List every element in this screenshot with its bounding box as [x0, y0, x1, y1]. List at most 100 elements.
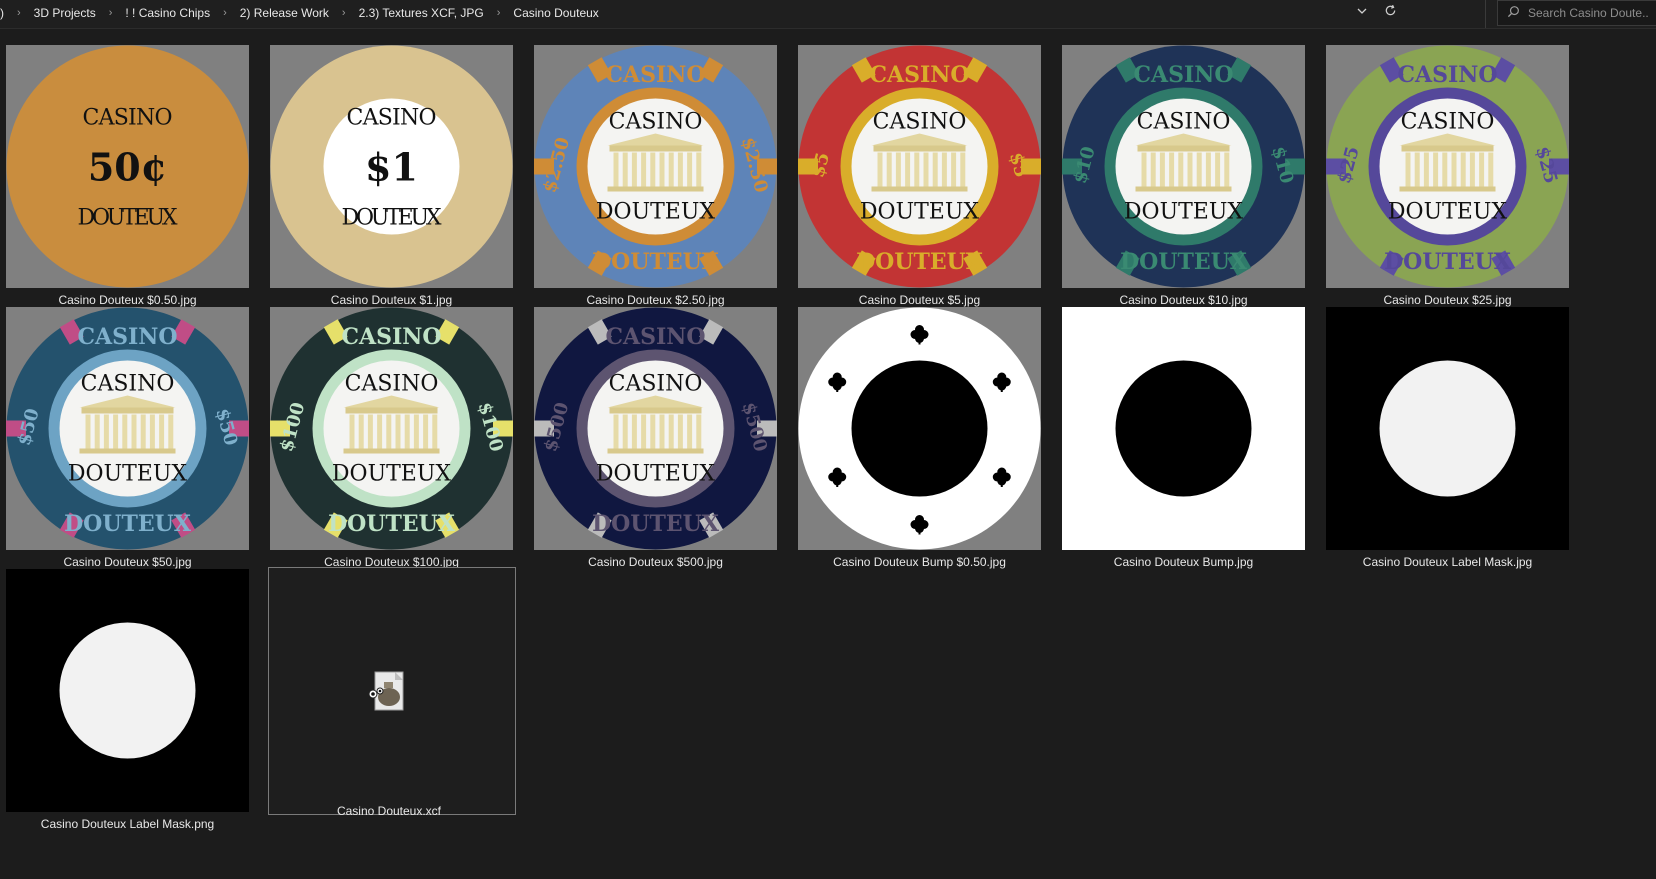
breadcrumb-separator-icon: › — [341, 7, 346, 19]
file-tile[interactable]: CASINO 50¢ DOUTEUX Casino Douteux $0.50.jpg — [0, 27, 278, 307]
file-tile[interactable]: CASINO DOUTEUX $500 $500 CASINO DOUTEUX Casino… — [528, 289, 806, 569]
file-name: Casino Douteux Bump $0.50.jpg — [833, 555, 1006, 569]
chip-svg: CASINODOUTEUX$50 $50CASINODOUTEUX — [6, 307, 249, 550]
file-thumbnail: CASINO DOUTEUX $5 $5 CASINO DOUTEUX — [798, 45, 1041, 288]
file-tile[interactable]: CASINO DOUTEUX $2.50 $2.50 CASINO DOUTEUX Casi… — [528, 27, 806, 307]
chip-rim-douteux-text: DOUTEUX — [64, 511, 192, 537]
chip-svg: CASINO 50¢ DOUTEUX — [6, 45, 249, 288]
chip-rim-casino-text: CASINO — [605, 324, 705, 350]
breadcrumb-item[interactable]: 3D Projects — [30, 6, 100, 20]
file-tile[interactable]: CASINO DOUTEUX $10 $10 CASINO DOUTEUX Casino D… — [1056, 27, 1334, 307]
chip-rim-douteux-text: DOUTEUX — [592, 511, 720, 537]
breadcrumb-separator-icon: › — [496, 7, 501, 19]
file-tile[interactable]: Casino Douteux Bump.jpg — [1056, 289, 1334, 569]
file-name: Casino Douteux Bump.jpg — [1113, 555, 1254, 569]
chip-casino-text: CASINO — [609, 372, 703, 397]
chip-value-text: 50¢ — [88, 145, 167, 190]
refresh-icon[interactable] — [1380, 3, 1400, 23]
file-tile[interactable]: Casino Douteux Label Mask.jpg — [1320, 289, 1598, 569]
file-name: Casino Douteux Label Mask.png — [40, 817, 215, 831]
chip-casino-text: CASINO — [873, 110, 967, 135]
chip-rim-douteux-text: DOUTEUX — [592, 249, 720, 275]
chip-rim-casino-text: CASINO — [341, 324, 441, 350]
file-thumbnail: CASINO DOUTEUX $2.50 $2.50 CASINO DOUTEUX — [534, 45, 777, 288]
gimp-file-icon — [366, 670, 410, 714]
breadcrumb-item[interactable]: 2.3) Textures XCF, JPG — [355, 6, 488, 20]
chip-casino-text: CASINO — [345, 372, 439, 397]
file-tile[interactable]: CASINO $1 DOUTEUX Casino Douteux $1.jpg — [264, 27, 542, 307]
chip-rim-douteux-text: DOUTEUX — [1384, 249, 1512, 275]
file-thumbnail: CASINO $1 DOUTEUX — [270, 45, 513, 288]
file-thumbnail: CASINO DOUTEUX $500 $500 CASINO DOUTEUX — [534, 307, 777, 550]
chip-casino-text: CASINO — [1401, 110, 1495, 135]
file-thumbnail: CASINO DOUTEUX $100 $100 CASINO DOUTEUX — [270, 307, 513, 550]
mask-svg — [6, 569, 249, 812]
chip-rim-casino-text: CASINO — [77, 324, 177, 350]
file-thumbnail — [798, 307, 1041, 550]
chip-svg: CASINODOUTEUX$10 $10CASINODOUTEUX — [1062, 45, 1305, 288]
chip-svg: CASINO $1 DOUTEUX — [270, 45, 513, 288]
chip-rim-douteux-text: DOUTEUX — [856, 249, 984, 275]
breadcrumb-item[interactable]: ) — [0, 6, 8, 20]
chip-rim-casino-text: CASINO — [605, 62, 705, 88]
chip-rim-casino-text: CASINO — [1397, 62, 1497, 88]
file-name: Casino Douteux Label Mask.jpg — [1362, 555, 1533, 569]
chip-douteux-text: DOUTEUX — [596, 200, 715, 225]
file-name: Casino Douteux.xcf — [336, 804, 442, 818]
chip-rim-douteux-text: DOUTEUX — [328, 511, 456, 537]
file-thumbnail: CASINO DOUTEUX $25 $25 CASINO DOUTEUX — [1326, 45, 1569, 288]
breadcrumb: ) › 3D Projects › ! ! Casino Chips › 2) Releas… — [0, 0, 1480, 26]
chip-douteux-text: DOUTEUX — [860, 200, 979, 225]
chip-douteux-text: DOUTEUX — [332, 462, 451, 487]
chip-douteux-text: DOUTEUX — [1124, 200, 1243, 225]
file-thumbnail — [6, 569, 249, 812]
chip-casino-text: CASINO — [347, 106, 437, 131]
chip-casino-text: CASINO — [1137, 110, 1231, 135]
chip-rim-casino-text: CASINO — [869, 62, 969, 88]
file-tile[interactable]: CASINO DOUTEUX $25 $25 CASINO DOUTEUX Casino D… — [1320, 27, 1598, 307]
chip-casino-text: CASINO — [83, 106, 173, 131]
chip-douteux-text: DOUTEUX — [1388, 200, 1507, 225]
chip-casino-text: CASINO — [81, 372, 175, 397]
breadcrumb-separator-icon: › — [17, 7, 21, 19]
mask-svg — [1326, 307, 1569, 550]
file-tile[interactable]: CASINO DOUTEUX $100 $100 CASINO DOUTEUX Casino… — [264, 289, 542, 569]
chip-douteux-text: DOUTEUX — [78, 206, 178, 231]
search-icon — [1498, 5, 1528, 21]
chip-value-text: $1 — [365, 145, 418, 190]
breadcrumb-item[interactable]: 2) Release Work — [236, 6, 333, 20]
file-tile[interactable]: CASINO DOUTEUX $50 $50 CASINO DOUTEUX Casino D… — [0, 289, 278, 569]
file-thumbnail: CASINO DOUTEUX $10 $10 CASINO DOUTEUX — [1062, 45, 1305, 288]
breadcrumb-item[interactable]: ! ! Casino Chips — [121, 6, 214, 20]
chip-svg: CASINODOUTEUX$100 $100CASINODOUTEUX — [270, 307, 513, 550]
file-tile[interactable]: Casino Douteux Bump $0.50.jpg — [792, 289, 1070, 569]
address-bar: ) › 3D Projects › ! ! Casino Chips › 2) Releas… — [0, 0, 1656, 29]
file-thumbnail — [1326, 307, 1569, 550]
chevron-down-icon[interactable] — [1352, 3, 1372, 23]
chip-rim-casino-text: CASINO — [1133, 62, 1233, 88]
breadcrumb-separator-icon: › — [108, 7, 113, 19]
chip-douteux-text: DOUTEUX — [342, 206, 442, 231]
toolbar-divider — [1485, 0, 1486, 28]
chip-rim-douteux-text: DOUTEUX — [1120, 249, 1248, 275]
breadcrumb-item[interactable]: Casino Douteux — [509, 6, 602, 20]
chip-casino-text: CASINO — [609, 110, 703, 135]
breadcrumb-separator-icon: › — [223, 7, 227, 19]
search-input[interactable] — [1528, 6, 1648, 20]
chip-svg: CASINODOUTEUX$25 $25CASINODOUTEUX — [1326, 45, 1569, 288]
file-thumbnail — [1062, 307, 1305, 550]
chip-svg: CASINODOUTEUX$2.50 $2.50CASINODOUTEUX — [534, 45, 777, 288]
chip-douteux-text: DOUTEUX — [68, 462, 187, 487]
chip-svg: CASINODOUTEUX$500 $500CASINODOUTEUX — [534, 307, 777, 550]
file-tile[interactable]: Casino Douteux.xcf — [264, 551, 542, 827]
file-thumbnail: CASINO 50¢ DOUTEUX — [6, 45, 249, 288]
chip-svg: CASINODOUTEUX$5 $5CASINODOUTEUX — [798, 45, 1041, 288]
search-box[interactable] — [1497, 0, 1656, 26]
file-tile[interactable]: CASINO DOUTEUX $5 $5 CASINO DOUTEUX Casino Dou… — [792, 27, 1070, 307]
file-thumbnail: CASINO DOUTEUX $50 $50 CASINO DOUTEUX — [6, 307, 249, 550]
bump-svg — [1062, 307, 1305, 550]
file-name: Casino Douteux $500.jpg — [588, 555, 723, 569]
chip-svg — [798, 307, 1041, 550]
file-tile[interactable]: Casino Douteux Label Mask.png — [0, 551, 278, 831]
chip-douteux-text: DOUTEUX — [596, 462, 715, 487]
